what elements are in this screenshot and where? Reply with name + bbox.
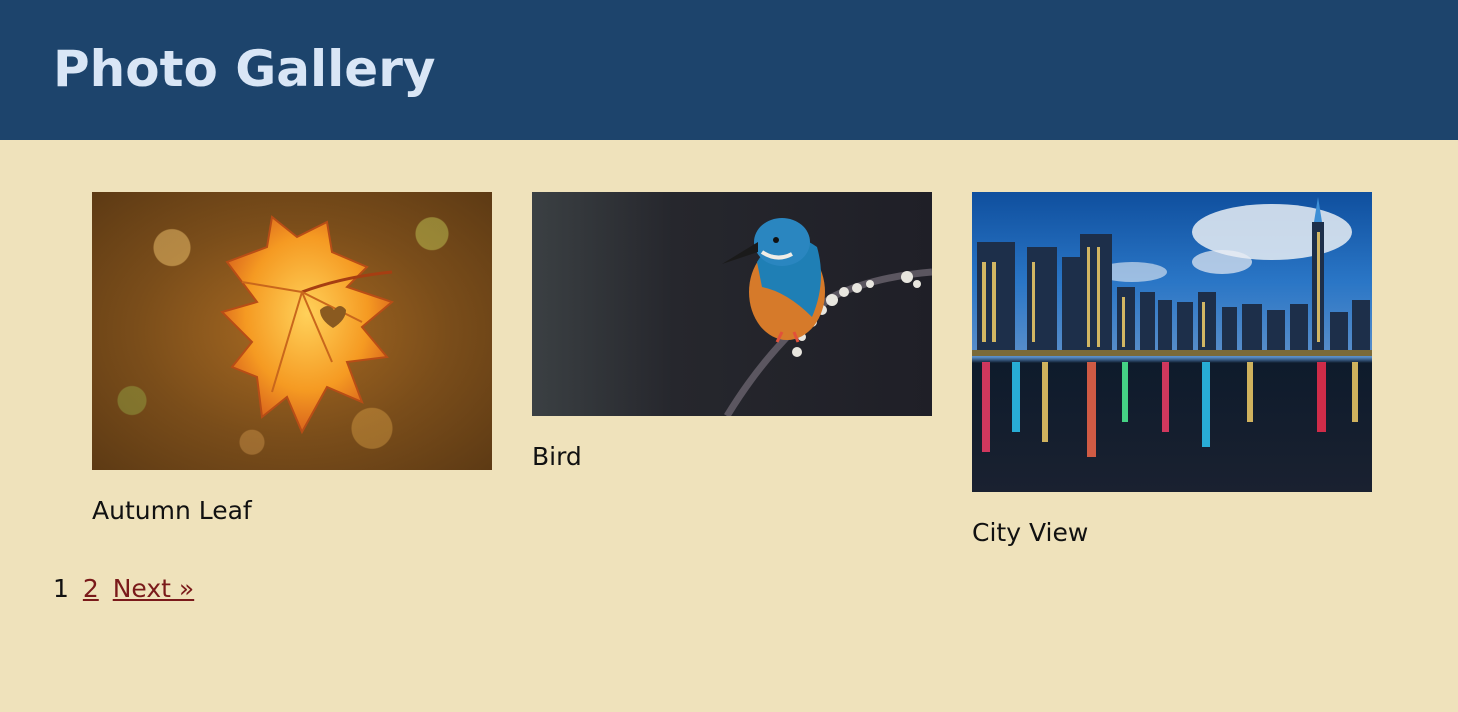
page-header: Photo Gallery	[0, 0, 1458, 140]
kingfisher-bird-photo[interactable]	[532, 192, 932, 416]
leaf-illustration	[220, 215, 395, 435]
photo-gallery: Autumn Leaf Bird City View	[92, 192, 1372, 550]
pagination-current-page: 1	[53, 574, 69, 603]
pagination-next-link[interactable]: Next »	[113, 574, 194, 603]
bird-illustration	[722, 218, 932, 416]
gallery-item-caption: Bird	[532, 442, 582, 471]
city-skyline-photo[interactable]	[972, 192, 1372, 492]
gallery-item-bird: Bird	[532, 192, 932, 474]
page-title: Photo Gallery	[53, 40, 436, 98]
pagination-page-2-link[interactable]: 2	[83, 574, 99, 603]
city-illustration	[972, 197, 1372, 457]
autumn-leaf-photo[interactable]	[92, 192, 492, 470]
gallery-item-autumn-leaf: Autumn Leaf	[92, 192, 492, 528]
gallery-item-city-view: City View	[972, 192, 1372, 550]
pagination: 1 2 Next »	[53, 572, 200, 606]
gallery-item-caption: City View	[972, 518, 1089, 547]
gallery-item-caption: Autumn Leaf	[92, 496, 252, 525]
